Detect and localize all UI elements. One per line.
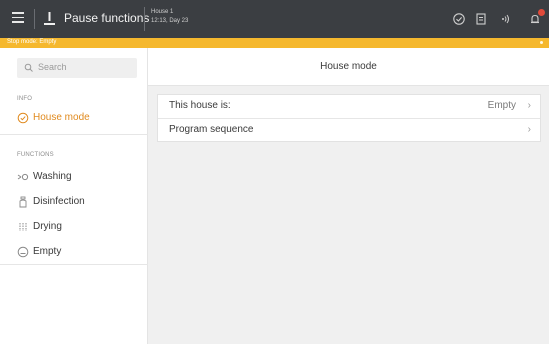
sidebar-divider [0, 264, 148, 265]
sidebar-item-label: Empty [33, 246, 62, 257]
content-title: House mode [320, 61, 377, 72]
top-bar: Pause functions House 1 12:13, Day 23 [0, 0, 549, 38]
chevron-right-icon: › [527, 100, 531, 111]
house-status-row[interactable]: This house is: Empty › [158, 95, 540, 118]
topbar-divider [144, 7, 145, 31]
sidebar-item-house-mode[interactable]: House mode [0, 106, 148, 130]
sidebar-item-label: House mode [33, 112, 90, 123]
main-content: House mode This house is: Empty › Progra… [148, 48, 549, 344]
wifi-signal-icon[interactable] [499, 12, 513, 26]
row-value: Empty [487, 100, 516, 111]
house-info[interactable]: House 1 12:13, Day 23 [151, 8, 188, 26]
drying-icon [19, 223, 27, 231]
program-sequence-row[interactable]: Program sequence › [158, 119, 540, 142]
search-icon [24, 63, 33, 72]
sidebar: Search INFO House mode FUNCTIONS Washing… [0, 48, 148, 344]
settings-card: This house is: Empty › Program sequence … [157, 94, 541, 142]
content-header: House mode [148, 48, 549, 86]
check-circle-icon [17, 112, 29, 124]
section-label-functions: FUNCTIONS [17, 152, 54, 158]
row-label: This house is: [169, 100, 231, 111]
disinfection-icon [19, 196, 27, 208]
sidebar-item-label: Drying [33, 221, 62, 232]
menu-icon[interactable] [12, 12, 24, 24]
empty-icon [17, 246, 29, 258]
section-label-info: INFO [17, 96, 33, 102]
washing-icon [17, 173, 29, 181]
search-input[interactable]: Search [17, 58, 137, 78]
row-label: Program sequence [169, 124, 254, 135]
time-day: 12:13, Day 23 [151, 18, 189, 24]
sidebar-item-drying[interactable]: Drying [0, 215, 148, 239]
page-title: Pause functions [64, 11, 150, 25]
stop-mode-text: Stop mode: Empty [7, 39, 57, 45]
document-icon[interactable] [474, 12, 488, 26]
topbar-divider [34, 9, 35, 29]
stop-mode-bar: Stop mode: Empty [0, 38, 549, 48]
modebar-indicator [540, 41, 543, 44]
chevron-right-icon: › [527, 124, 531, 135]
pause-functions-icon [44, 12, 55, 25]
house-name: House 1 [151, 9, 174, 15]
sidebar-item-empty[interactable]: Empty [0, 240, 148, 264]
sidebar-item-label: Washing [33, 171, 72, 182]
alert-badge [538, 9, 545, 16]
sidebar-item-washing[interactable]: Washing [0, 165, 148, 189]
sidebar-item-disinfection[interactable]: Disinfection [0, 190, 148, 214]
sidebar-item-label: Disinfection [33, 196, 85, 207]
check-circle-icon[interactable] [452, 12, 466, 26]
search-placeholder: Search [38, 62, 67, 72]
sidebar-divider [0, 134, 148, 135]
